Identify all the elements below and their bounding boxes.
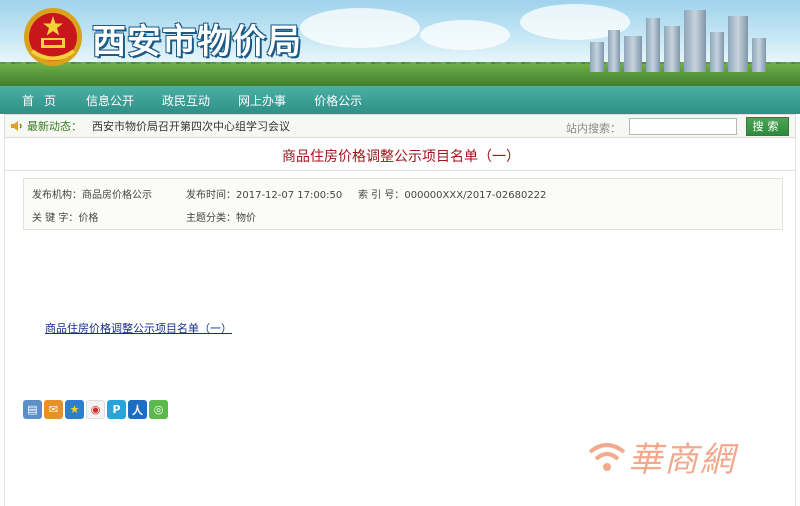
- meta-category: 主题分类：物价: [186, 213, 256, 224]
- meta-publisher: 发布机构：商品房价格公示: [32, 190, 152, 201]
- title-divider: [5, 170, 795, 171]
- print-icon[interactable]: ▤: [23, 400, 42, 419]
- search-label: 站内搜索：: [566, 122, 621, 135]
- nav-item-info-public[interactable]: 信息公开: [86, 92, 134, 109]
- site-title[interactable]: 西安市物价局: [92, 14, 302, 63]
- cloud-decoration: [420, 20, 510, 50]
- meta-publish-time: 发布时间：2017-12-07 17:00:50: [186, 190, 343, 201]
- renren-icon[interactable]: 人: [128, 400, 147, 419]
- search-input[interactable]: [629, 118, 737, 135]
- city-skyline: [580, 2, 780, 72]
- meta-keywords: 关 键 字：价格: [32, 213, 99, 224]
- weibo-icon[interactable]: ◉: [86, 400, 105, 419]
- article-meta-box: 发布机构：商品房价格公示 发布时间：2017-12-07 17:00:50 索 …: [23, 178, 783, 230]
- header-banner: 西安市物价局: [0, 0, 800, 86]
- wechat-icon[interactable]: ◎: [149, 400, 168, 419]
- hsw-watermark: 華商網: [586, 432, 736, 481]
- news-headline-link[interactable]: 西安市物价局召开第四次中心组学习会议: [92, 118, 290, 134]
- email-icon[interactable]: ✉: [44, 400, 63, 419]
- news-label: 最新动态：: [27, 120, 82, 133]
- nav-item-price-notice[interactable]: 价格公示: [314, 92, 362, 109]
- tencent-weibo-icon[interactable]: P: [107, 400, 126, 419]
- meta-index-number: 索 引 号：000000XXX/2017-02680222: [358, 190, 547, 201]
- main-nav: 首页 信息公开 政民互动 网上办事 价格公示: [0, 86, 800, 114]
- share-toolbar: ▤ ✉ ★ ◉ P 人 ◎: [23, 400, 168, 419]
- watermark-text: 華商網: [628, 440, 736, 480]
- attachment-link[interactable]: 商品住房价格调整公示项目名单（一）: [45, 320, 232, 336]
- news-search-bar: 最新动态： 西安市物价局召开第四次中心组学习会议 站内搜索： 搜索: [4, 114, 796, 138]
- nav-item-interaction[interactable]: 政民互动: [162, 92, 210, 109]
- nav-item-home[interactable]: 首页: [22, 92, 66, 109]
- speaker-icon: [11, 121, 22, 131]
- wifi-logo-icon: [588, 442, 626, 471]
- search-button[interactable]: 搜索: [746, 117, 789, 136]
- qzone-star-icon[interactable]: ★: [65, 400, 84, 419]
- article-title: 商品住房价格调整公示项目名单（一）: [282, 149, 520, 165]
- cloud-decoration: [300, 8, 420, 48]
- nav-item-online-service[interactable]: 网上办事: [238, 92, 286, 109]
- national-emblem-icon: [24, 8, 82, 66]
